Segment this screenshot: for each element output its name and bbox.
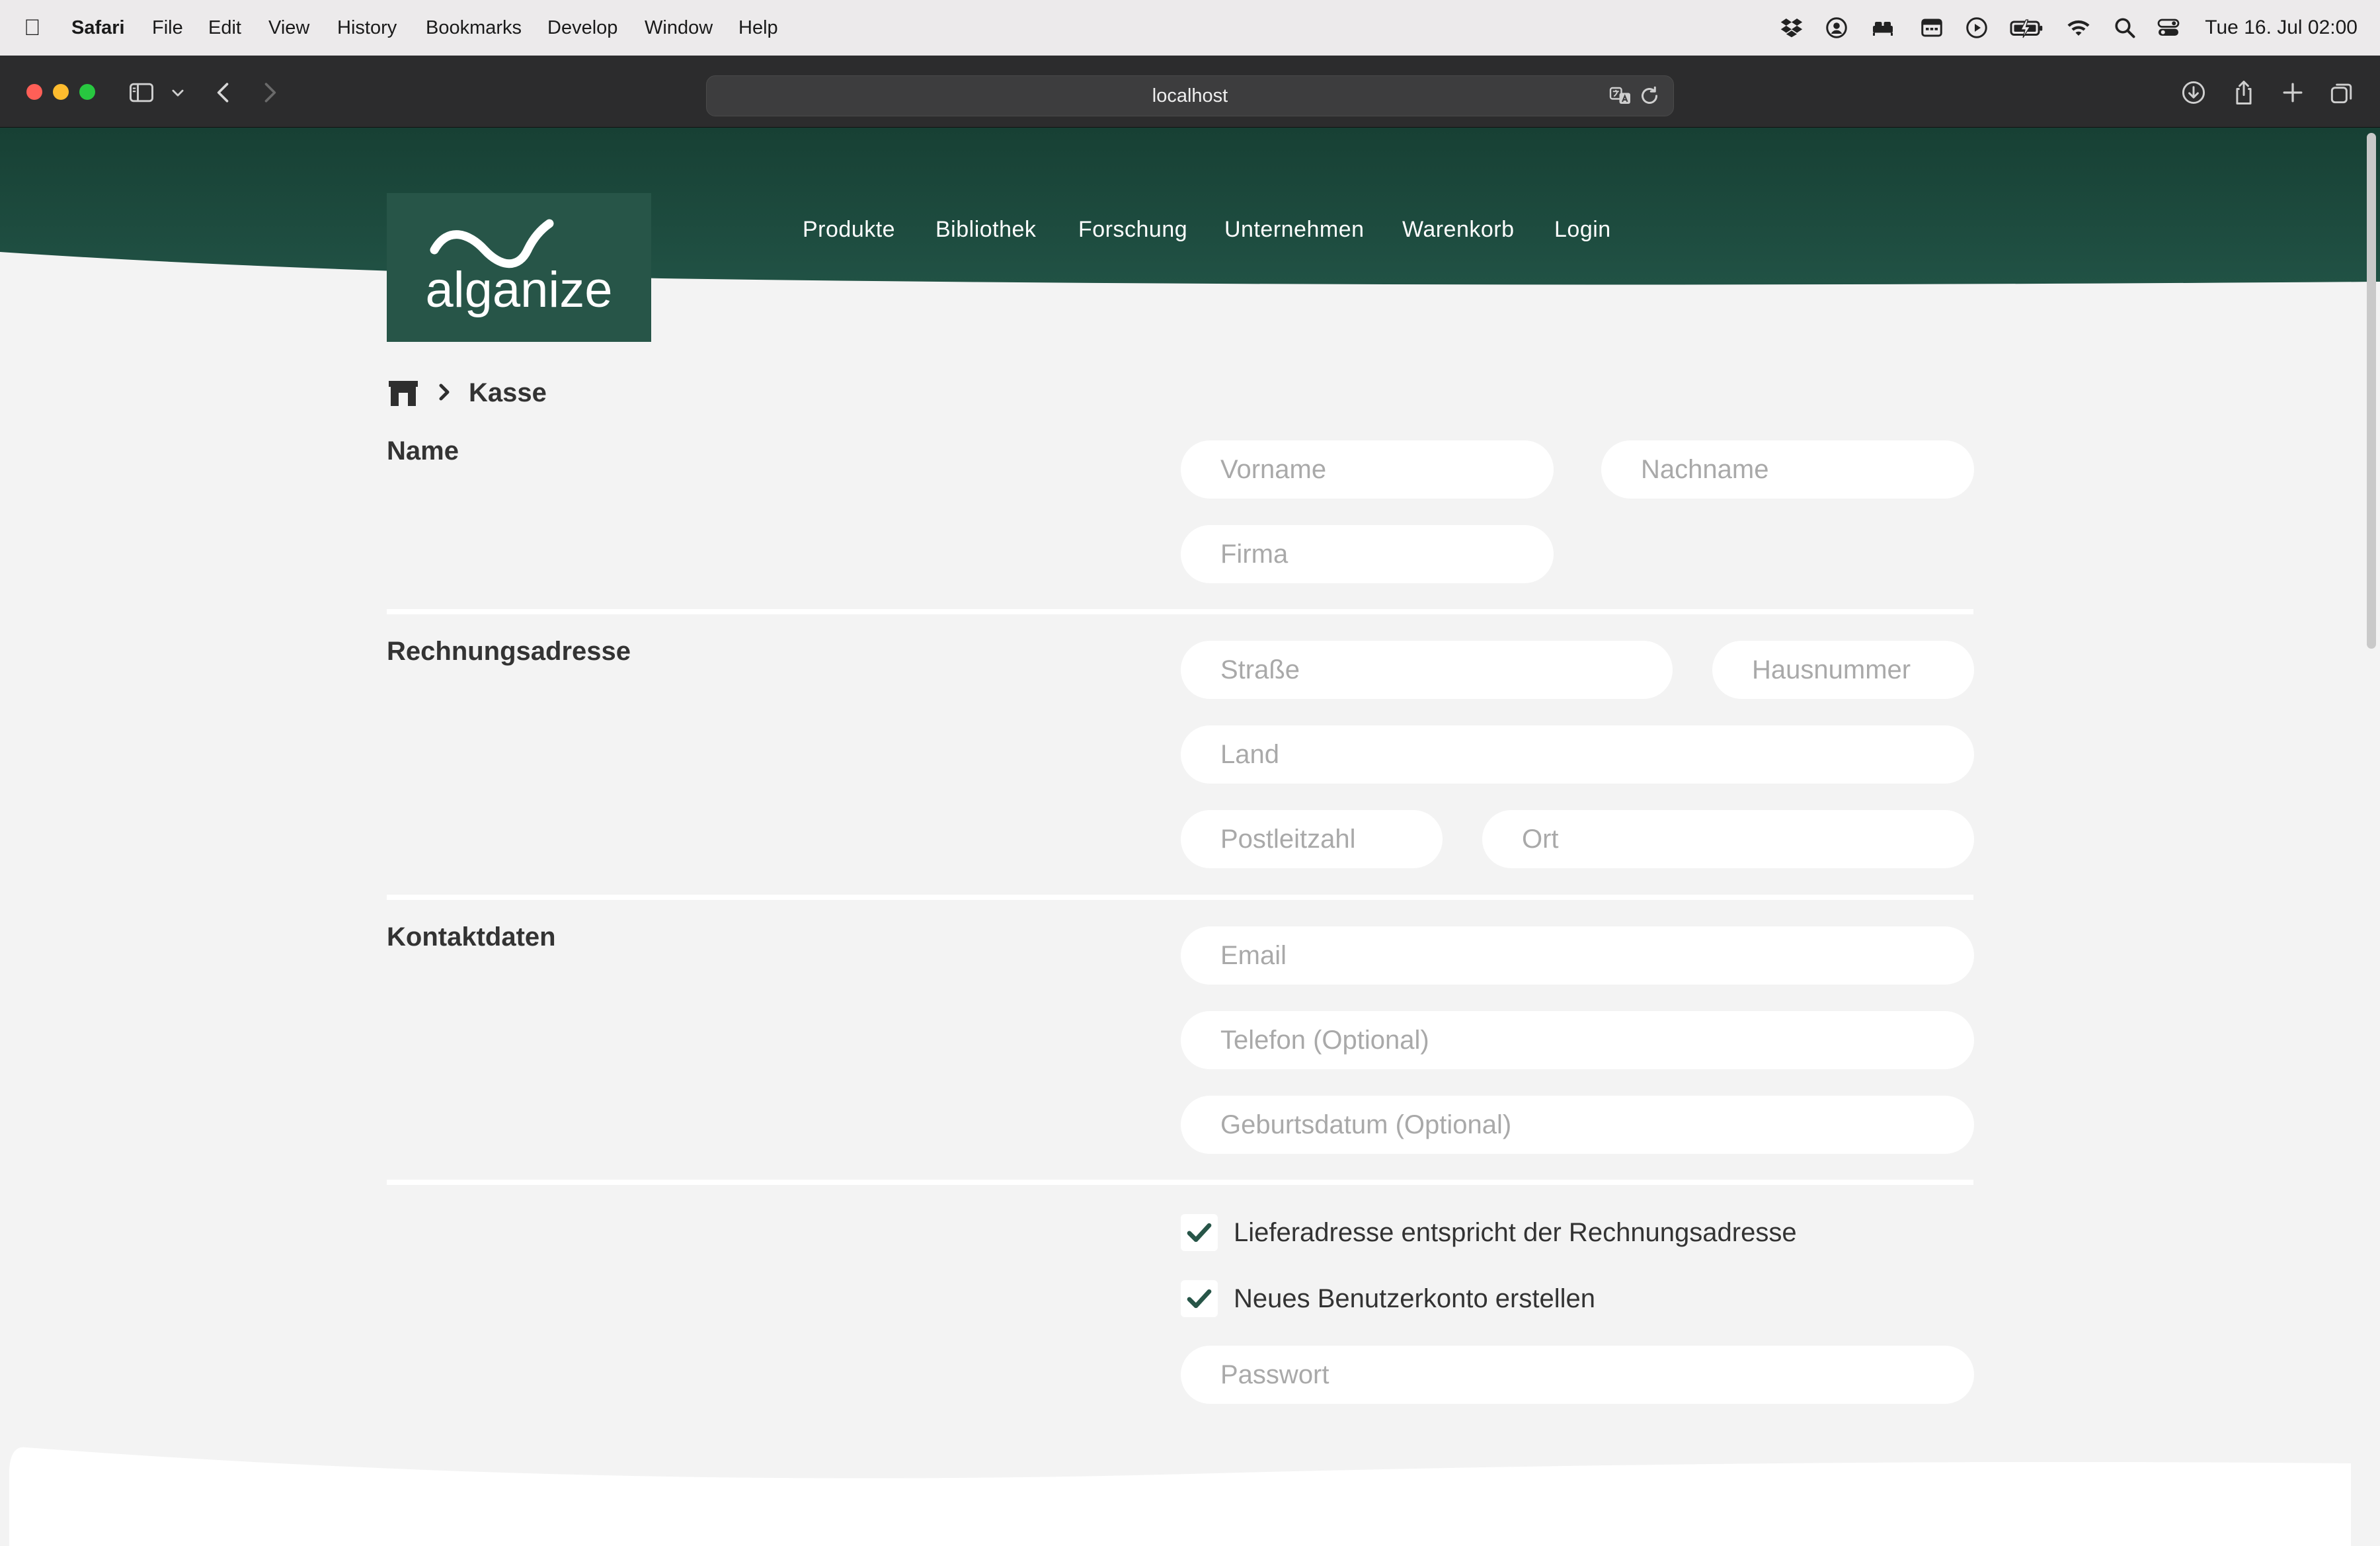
zoom-window-icon[interactable] [79, 84, 95, 100]
nav-unternehmen[interactable]: Unternehmen [1224, 210, 1365, 249]
menu-help[interactable]: Help [738, 0, 778, 56]
close-window-icon[interactable] [26, 84, 42, 100]
brand-logo[interactable]: alganize [387, 193, 651, 342]
menu-develop[interactable]: Develop [547, 0, 617, 56]
first-name-field[interactable] [1181, 440, 1554, 499]
menu-view[interactable]: View [268, 0, 309, 56]
password-field[interactable] [1181, 1346, 1974, 1404]
email-field[interactable] [1181, 926, 1974, 985]
translate-icon[interactable] [1608, 84, 1632, 108]
menu-history[interactable]: History [337, 0, 397, 56]
create-account-label[interactable]: Neues Benutzerkonto erstellen [1234, 1279, 1595, 1319]
forward-arrow-icon[interactable] [255, 78, 284, 107]
back-arrow-icon[interactable] [209, 78, 238, 107]
checkmark-icon [1187, 1289, 1212, 1309]
browser-toolbar: localhost [0, 56, 2380, 128]
same-address-checkbox[interactable] [1181, 1214, 1218, 1251]
nav-forschung[interactable]: Forschung [1078, 210, 1187, 249]
section-name-label: Name [387, 436, 459, 466]
shop-home-icon[interactable] [387, 378, 420, 407]
last-name-field[interactable] [1601, 440, 1974, 499]
section-divider [387, 1180, 1973, 1185]
reload-icon[interactable] [1638, 84, 1661, 108]
country-field[interactable] [1181, 725, 1974, 784]
address-bar-url[interactable]: localhost [707, 76, 1673, 116]
nav-bibliothek[interactable]: Bibliothek [935, 210, 1036, 249]
section-divider [387, 895, 1973, 900]
share-icon[interactable] [2229, 78, 2258, 107]
breadcrumb-current: Kasse [469, 378, 547, 407]
nav-produkte[interactable]: Produkte [803, 210, 895, 249]
new-tab-plus-icon[interactable] [2278, 78, 2307, 107]
page-scrollbar[interactable] [2367, 133, 2376, 649]
brand-logo-text: alganize [425, 262, 612, 318]
play-icon[interactable] [1965, 16, 1989, 40]
section-contact-label: Kontaktdaten [387, 922, 556, 952]
address-bar[interactable]: localhost [706, 75, 1674, 116]
sidebar-toggle-icon[interactable] [127, 78, 156, 107]
nav-login[interactable]: Login [1554, 210, 1611, 249]
wifi-icon[interactable] [2067, 16, 2090, 40]
control-center-icon[interactable] [2157, 16, 2180, 40]
menu-window[interactable]: Window [645, 0, 713, 56]
checkmark-icon [1187, 1223, 1212, 1242]
menu-app-name[interactable]: Safari [71, 0, 125, 56]
apple-menu-icon[interactable]:  [24, 0, 41, 56]
page-viewport[interactable]: alganize Produkte Bibliothek Forschung U… [0, 128, 2380, 1546]
battery-icon[interactable] [2010, 16, 2044, 40]
birthday-field[interactable] [1181, 1096, 1974, 1154]
street-field[interactable] [1181, 641, 1673, 699]
house-number-field[interactable] [1712, 641, 1974, 699]
dropbox-icon[interactable] [1780, 16, 1804, 40]
same-address-label[interactable]: Lieferadresse entspricht der Rechnungsad… [1234, 1213, 1797, 1252]
company-field[interactable] [1181, 525, 1554, 583]
minimize-window-icon[interactable] [53, 84, 69, 100]
menu-file[interactable]: File [152, 0, 183, 56]
zip-code-field[interactable] [1181, 810, 1443, 868]
menu-bar:  Safari File Edit View History Bookmark… [0, 0, 2380, 56]
create-account-checkbox[interactable] [1181, 1280, 1218, 1317]
chevron-right-icon [434, 382, 454, 402]
chevron-down-icon[interactable] [167, 78, 189, 107]
nav-warenkorb[interactable]: Warenkorb [1402, 210, 1515, 249]
section-billing-label: Rechnungsadresse [387, 637, 631, 666]
downloads-icon[interactable] [2179, 78, 2208, 107]
spotlight-search-icon[interactable] [2113, 16, 2137, 40]
menu-clock[interactable]: Tue 16. Jul 02:00 [2205, 0, 2358, 56]
menu-edit[interactable]: Edit [208, 0, 241, 56]
phone-field[interactable] [1181, 1011, 1974, 1069]
city-field[interactable] [1482, 810, 1974, 868]
section-divider [387, 609, 1973, 614]
calendar-icon[interactable] [1920, 16, 1944, 40]
header-banner [0, 128, 2380, 285]
menu-bookmarks[interactable]: Bookmarks [426, 0, 522, 56]
footer-wave [9, 1447, 2351, 1546]
user-account-icon[interactable] [1825, 16, 1848, 40]
tab-overview-icon[interactable] [2327, 78, 2356, 107]
bed-sleep-icon[interactable] [1871, 16, 1895, 40]
